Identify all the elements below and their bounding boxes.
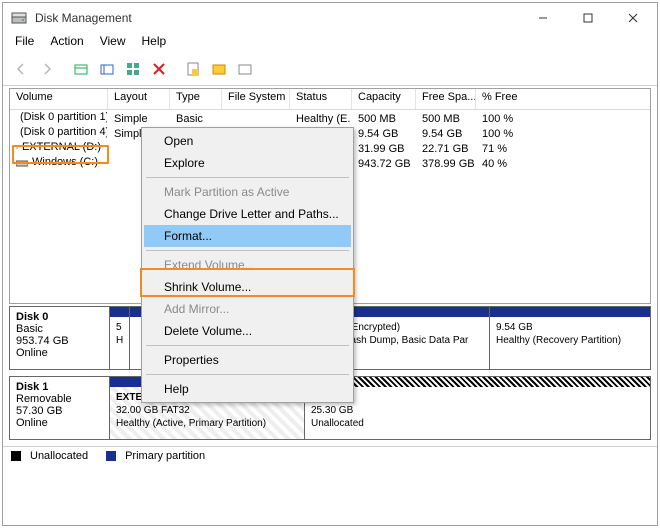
col-type[interactable]: Type: [170, 89, 222, 109]
ctx-separator: [146, 250, 349, 251]
cell-pct: 100 %: [476, 125, 650, 140]
ctx-extend: Extend Volume...: [144, 254, 351, 276]
cell-pct: 71 %: [476, 140, 650, 155]
cell-fs: [222, 110, 290, 125]
col-free[interactable]: Free Spa...: [416, 89, 476, 109]
cell-type: Basic: [170, 110, 222, 125]
disk-1-label: Disk 1 Removable 57.30 GB Online: [10, 377, 110, 439]
legend-unallocated: Unallocated: [30, 450, 88, 462]
delete-button[interactable]: [147, 57, 171, 81]
drive-icon: [16, 158, 28, 168]
cell-pct: 100 %: [476, 110, 650, 125]
cell-free: 500 MB: [416, 110, 476, 125]
cell-capacity: 31.99 GB: [352, 140, 416, 155]
col-status[interactable]: Status: [290, 89, 352, 109]
context-menu: Open Explore Mark Partition as Active Ch…: [141, 127, 354, 403]
ctx-separator: [146, 177, 349, 178]
cell-free: 22.71 GB: [416, 140, 476, 155]
cell-volume: (Disk 0 partition 4): [20, 125, 108, 140]
menu-action[interactable]: Action: [44, 33, 89, 53]
ctx-separator: [146, 374, 349, 375]
menu-view[interactable]: View: [94, 33, 132, 53]
col-filesystem[interactable]: File System: [222, 89, 290, 109]
disk0-partition-3[interactable]: 9.54 GBHealthy (Recovery Partition): [490, 307, 650, 369]
disk-0-label: Disk 0 Basic 953.74 GB Online: [10, 307, 110, 369]
toolbar-button-5[interactable]: [233, 57, 257, 81]
app-icon: [11, 10, 27, 26]
toolbar-button-4[interactable]: [207, 57, 231, 81]
legend-swatch-primary: [106, 451, 116, 461]
window-title: Disk Management: [35, 11, 132, 25]
drive-icon: [16, 143, 18, 153]
col-capacity[interactable]: Capacity: [352, 89, 416, 109]
legend-primary: Primary partition: [125, 450, 205, 462]
ctx-properties[interactable]: Properties: [144, 349, 351, 371]
close-button[interactable]: [610, 4, 655, 32]
list-body: (Disk 0 partition 1) Simple Basic Health…: [10, 110, 650, 170]
col-layout[interactable]: Layout: [108, 89, 170, 109]
cell-volume: (Disk 0 partition 1): [20, 110, 108, 125]
ctx-change-letter[interactable]: Change Drive Letter and Paths...: [144, 203, 351, 225]
cell-free: 9.54 GB: [416, 125, 476, 140]
legend-swatch-unallocated: [11, 451, 21, 461]
cell-pct: 40 %: [476, 155, 650, 170]
ctx-open[interactable]: Open: [144, 130, 351, 152]
list-header: Volume Layout Type File System Status Ca…: [10, 89, 650, 110]
toolbar-button-3[interactable]: [181, 57, 205, 81]
forward-button[interactable]: [35, 57, 59, 81]
back-button[interactable]: [9, 57, 33, 81]
ctx-format[interactable]: Format...: [144, 225, 351, 247]
cell-capacity: 9.54 GB: [352, 125, 416, 140]
toolbar: [3, 53, 657, 86]
titlebar: Disk Management: [3, 3, 657, 33]
toolbar-button-2[interactable]: [95, 57, 119, 81]
cell-capacity: 500 MB: [352, 110, 416, 125]
cell-volume: Windows (C:): [32, 155, 98, 170]
cell-layout: Simple: [108, 110, 170, 125]
ctx-help[interactable]: Help: [144, 378, 351, 400]
cell-free: 378.99 GB: [416, 155, 476, 170]
minimize-button[interactable]: [520, 4, 565, 32]
list-row[interactable]: (Disk 0 partition 1) Simple Basic Health…: [10, 110, 650, 125]
maximize-button[interactable]: [565, 4, 610, 32]
ctx-shrink[interactable]: Shrink Volume...: [144, 276, 351, 298]
ctx-add-mirror: Add Mirror...: [144, 298, 351, 320]
volume-list[interactable]: Volume Layout Type File System Status Ca…: [9, 88, 651, 304]
cell-volume: EXTERNAL (D:): [22, 140, 101, 155]
cell-capacity: 943.72 GB: [352, 155, 416, 170]
ctx-delete[interactable]: Delete Volume...: [144, 320, 351, 342]
col-pctfree[interactable]: % Free: [476, 89, 650, 109]
cell-status: Healthy (E...: [290, 110, 352, 125]
disk-management-window: Disk Management File Action View Help Vo…: [2, 2, 658, 526]
menu-file[interactable]: File: [9, 33, 40, 53]
disk1-unallocated[interactable]: 25.30 GBUnallocated: [305, 377, 650, 439]
col-volume[interactable]: Volume: [10, 89, 108, 109]
legend: Unallocated Primary partition: [3, 446, 657, 465]
disk0-partition-1[interactable]: 5H: [110, 307, 130, 369]
refresh-button[interactable]: [121, 57, 145, 81]
toolbar-button-1[interactable]: [69, 57, 93, 81]
ctx-mark-active: Mark Partition as Active: [144, 181, 351, 203]
menu-help[interactable]: Help: [136, 33, 173, 53]
ctx-explore[interactable]: Explore: [144, 152, 351, 174]
menubar: File Action View Help: [3, 33, 657, 53]
ctx-separator: [146, 345, 349, 346]
